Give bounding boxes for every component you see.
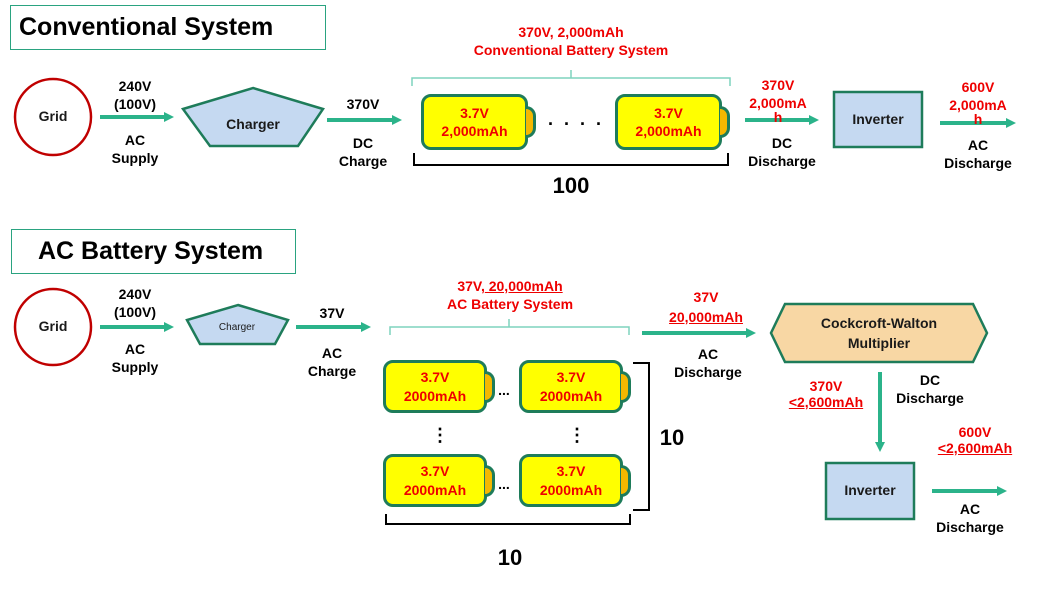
pack-right-bracket (633, 362, 650, 511)
dc-type: DC Discharge (896, 372, 964, 406)
battery-cell: 3.7V 2,000mAh (421, 94, 528, 150)
dc-spec: 370V <2,600mAh (788, 378, 864, 411)
pack-bottom-bracket (385, 514, 631, 525)
final-spec: 600V <2,600mAh (937, 424, 1013, 457)
supply-voltage: 240V (100V) (113, 78, 157, 112)
ac-out-type: AC Discharge (674, 346, 742, 380)
h-ellipsis: ... (498, 382, 510, 398)
inverter-label: Inverter (844, 482, 896, 498)
grid-label: Grid (38, 318, 68, 334)
battery-terminal (720, 106, 730, 138)
charge-voltage: 37V (319, 305, 345, 321)
final-type: AC Discharge (936, 501, 1004, 535)
pack-top-brace (389, 319, 630, 335)
ac-out-type: AC Discharge (944, 137, 1012, 171)
supply-type: AC Supply (111, 132, 159, 166)
cell-count: 100 (552, 173, 590, 198)
supply-type: AC Supply (111, 341, 159, 375)
battery-terminal (621, 371, 631, 403)
inverter-label: Inverter (852, 111, 904, 127)
supply-voltage: 240V (100V) (113, 286, 157, 320)
battery-cell: 3.7V 2000mAh (519, 360, 623, 413)
h-ellipsis: ... (498, 476, 510, 492)
battery-cell: 3.7V 2000mAh (519, 454, 623, 507)
multiplier-label: Cockcroft-Walton Multiplier (820, 315, 938, 351)
dc-out-type: DC Discharge (748, 135, 816, 169)
pack-bottom-bracket (413, 153, 729, 166)
battery-cell: 3.7V 2000mAh (383, 360, 487, 413)
conventional-title-text: Conventional System (19, 13, 274, 41)
battery-terminal (526, 106, 536, 138)
rows-count: 10 (659, 425, 685, 450)
cols-count: 10 (497, 545, 523, 570)
pack-spec: 37V, 20,000mAh AC Battery System (446, 278, 574, 312)
cell-ellipsis: . . . . (547, 109, 604, 129)
ac-system-title: AC Battery System (11, 229, 296, 274)
charge-type: AC Charge (307, 345, 357, 379)
battery-cell: 3.7V 2,000mAh (615, 94, 722, 150)
pack-top-brace (411, 70, 731, 86)
charger-label: Charger (218, 322, 256, 333)
charger-label: Charger (226, 116, 280, 132)
charge-voltage: 370V (346, 96, 380, 112)
v-ellipsis: ⋮ (568, 425, 586, 445)
battery-cell: 3.7V 2000mAh (383, 454, 487, 507)
battery-terminal (621, 465, 631, 497)
charge-type: DC Charge (338, 135, 388, 169)
ac-out-spec: 37V 20,000mAh (669, 289, 743, 325)
dc-out-spec: 370V 2,000mA h (749, 77, 807, 126)
conventional-title: Conventional System (10, 5, 326, 50)
ac-out-spec: 600V 2,000mA h (949, 79, 1007, 128)
v-ellipsis: ⋮ (431, 425, 449, 445)
ac-system-title-text: AC Battery System (38, 237, 264, 265)
pack-spec: 370V, 2,000mAh Conventional Battery Syst… (473, 24, 669, 58)
grid-label: Grid (38, 108, 68, 124)
